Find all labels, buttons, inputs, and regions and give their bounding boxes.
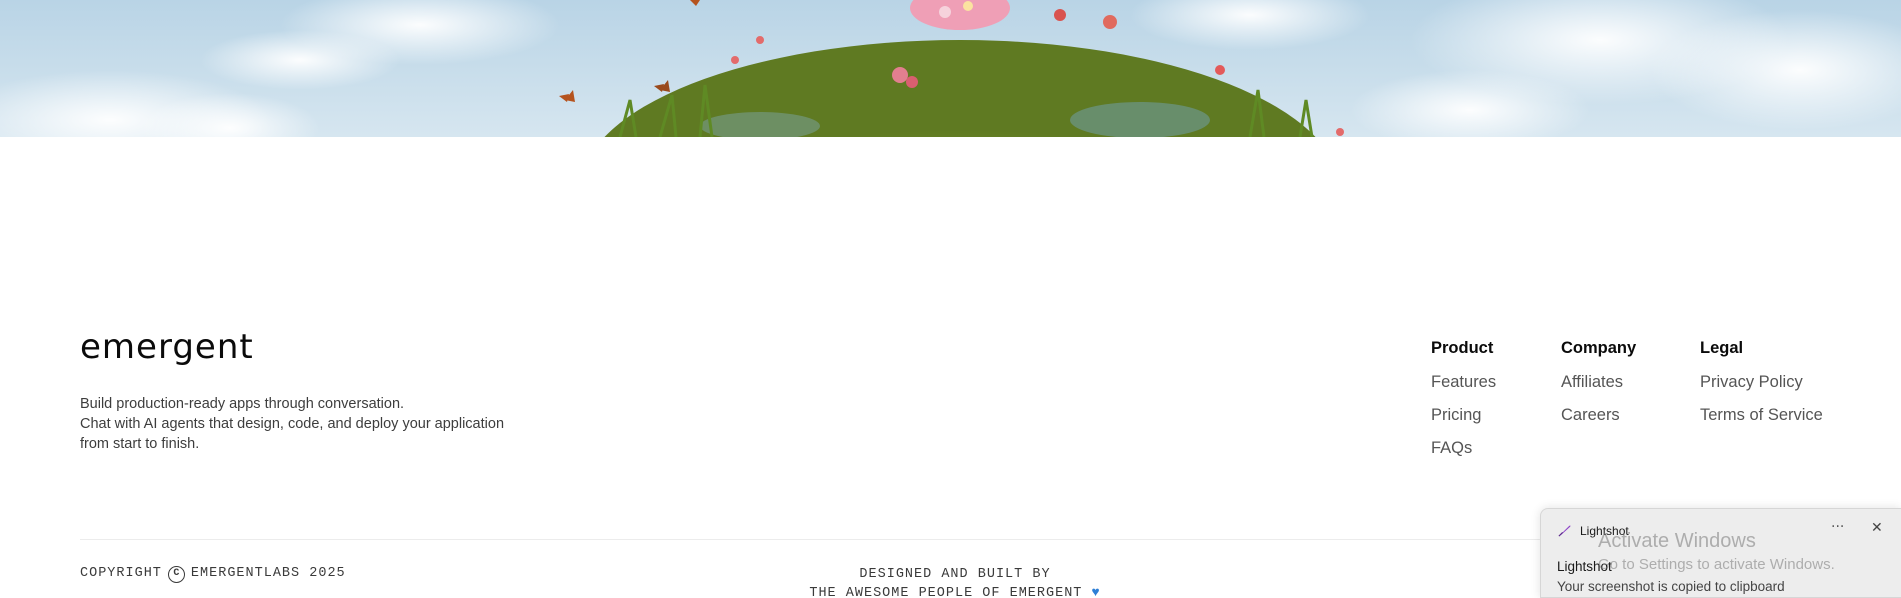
hero-illustration	[0, 0, 1901, 137]
footer-link-faqs[interactable]: FAQs	[1431, 438, 1496, 458]
footer-link-pricing[interactable]: Pricing	[1431, 405, 1496, 425]
footer-link-terms-of-service[interactable]: Terms of Service	[1700, 405, 1823, 425]
footer-link-careers[interactable]: Careers	[1561, 405, 1636, 425]
copyright-notice: COPYRIGHT C EMERGENTLABS 2025	[80, 565, 346, 583]
footer-heading-company: Company	[1561, 339, 1637, 357]
footer-column-legal: Legal Privacy Policy Terms of Service	[1700, 338, 1823, 438]
lightshot-feather-icon	[1558, 525, 1571, 537]
credits-line: THE AWESOME PEOPLE OF EMERGENT ♥	[760, 584, 1150, 598]
brand-tagline: Build production-ready apps through conv…	[80, 394, 560, 454]
footer-link-affiliates[interactable]: Affiliates	[1561, 372, 1636, 392]
notification-message: Your screenshot is copied to clipboard	[1557, 579, 1785, 594]
footer-heading-product: Product	[1431, 339, 1494, 357]
credits-line: DESIGNED AND BUILT BY	[859, 567, 1051, 582]
footer-heading-legal: Legal	[1700, 339, 1744, 357]
heart-icon: ♥	[1091, 586, 1101, 598]
more-options-icon[interactable]: ···	[1831, 519, 1844, 535]
tagline-line: Build production-ready apps through conv…	[80, 396, 405, 412]
tagline-line: Chat with AI agents that design, code, a…	[80, 416, 505, 432]
copyright-icon: C	[167, 565, 185, 583]
hero-image	[0, 0, 1901, 137]
brand-logo[interactable]: emergent	[80, 330, 254, 364]
credits-line-text: THE AWESOME PEOPLE OF EMERGENT	[809, 586, 1083, 598]
copyright-suffix: EMERGENTLABS 2025	[190, 566, 346, 581]
tagline-line: from start to finish.	[80, 436, 200, 452]
notification-header: Lightshot	[1557, 523, 1629, 538]
lightshot-notification[interactable]: Lightshot ··· ✕ Lightshot Your screensho…	[1540, 508, 1901, 598]
notification-app-name: Lightshot	[1580, 523, 1629, 538]
copyright-prefix: COPYRIGHT	[80, 566, 162, 581]
credits: DESIGNED AND BUILT BY THE AWESOME PEOPLE…	[760, 565, 1150, 598]
close-icon[interactable]: ✕	[1871, 520, 1883, 536]
footer-column-company: Company Affiliates Careers	[1561, 338, 1636, 438]
footer-link-privacy-policy[interactable]: Privacy Policy	[1700, 372, 1823, 392]
footer-link-features[interactable]: Features	[1431, 372, 1496, 392]
footer-column-product: Product Features Pricing FAQs	[1431, 338, 1496, 471]
notification-title: Lightshot	[1557, 559, 1612, 574]
page: emergent Build production-ready apps thr…	[0, 0, 1901, 598]
